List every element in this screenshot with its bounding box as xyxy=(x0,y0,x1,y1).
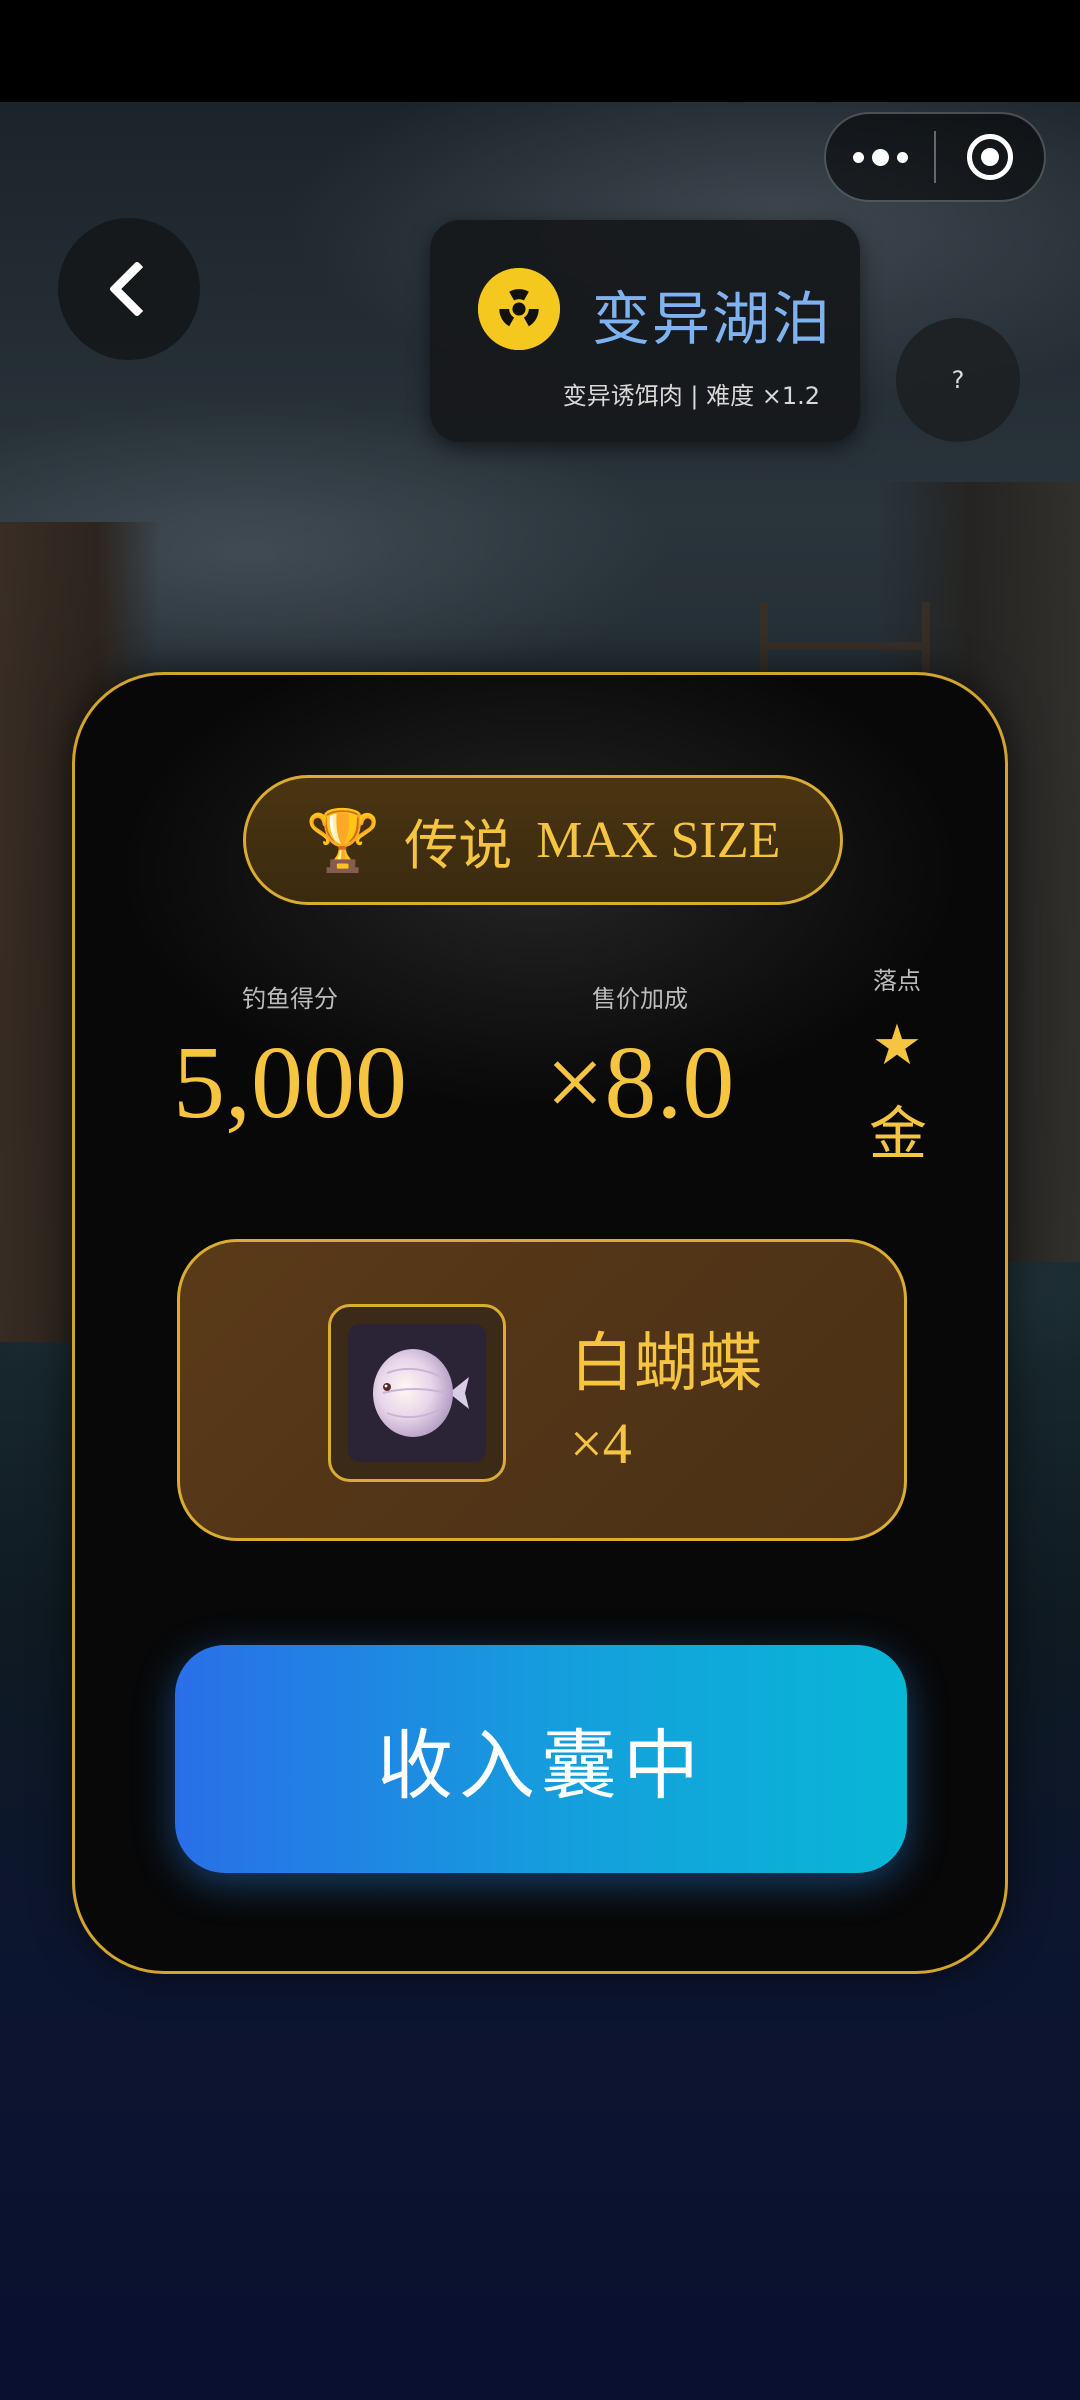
mini-program-capsule xyxy=(824,112,1046,202)
drop-label: 落点 xyxy=(873,967,921,995)
more-dots-icon[interactable] xyxy=(826,114,934,200)
discus-fish-icon xyxy=(373,1349,469,1437)
radiation-icon xyxy=(478,268,560,350)
price-bonus-label: 售价加成 xyxy=(592,985,688,1013)
drop-grade: 金 xyxy=(868,1100,927,1168)
fish-quantity: ×4 xyxy=(570,1411,632,1476)
star-icon: ★ xyxy=(871,1013,923,1078)
rarity-badge: 🏆 传说 MAX SIZE xyxy=(243,775,843,905)
catch-result-card: 🏆 传说 MAX SIZE 钓鱼得分 5,000 售价加成 ×8.0 落点 ★ … xyxy=(72,672,1008,1974)
rarity-label: 传说 xyxy=(404,813,513,877)
status-bar xyxy=(0,0,1080,102)
score-value: 5,000 xyxy=(173,1025,407,1140)
trophy-icon: 🏆 xyxy=(305,805,381,876)
score-label: 钓鱼得分 xyxy=(242,985,338,1013)
location-card: 变异湖泊 变异诱饵肉 | 难度 ×1.2 xyxy=(430,220,860,442)
fish-name: 白蝴蝶 xyxy=(570,1327,762,1401)
location-title: 变异湖泊 xyxy=(592,285,833,353)
help-label: ? xyxy=(951,366,965,394)
fish-thumbnail xyxy=(328,1304,506,1482)
back-button[interactable] xyxy=(58,218,200,360)
max-size-label: MAX SIZE xyxy=(536,811,781,869)
help-button[interactable]: ? xyxy=(896,318,1020,442)
target-circle-icon[interactable] xyxy=(936,134,1044,180)
caught-fish-panel: 白蝴蝶 ×4 xyxy=(177,1239,907,1541)
collect-button[interactable]: 收入囊中 xyxy=(175,1645,907,1873)
chevron-left-icon xyxy=(108,260,166,318)
location-subtitle: 变异诱饵肉 | 难度 ×1.2 xyxy=(562,382,820,410)
price-bonus-value: ×8.0 xyxy=(545,1025,735,1140)
